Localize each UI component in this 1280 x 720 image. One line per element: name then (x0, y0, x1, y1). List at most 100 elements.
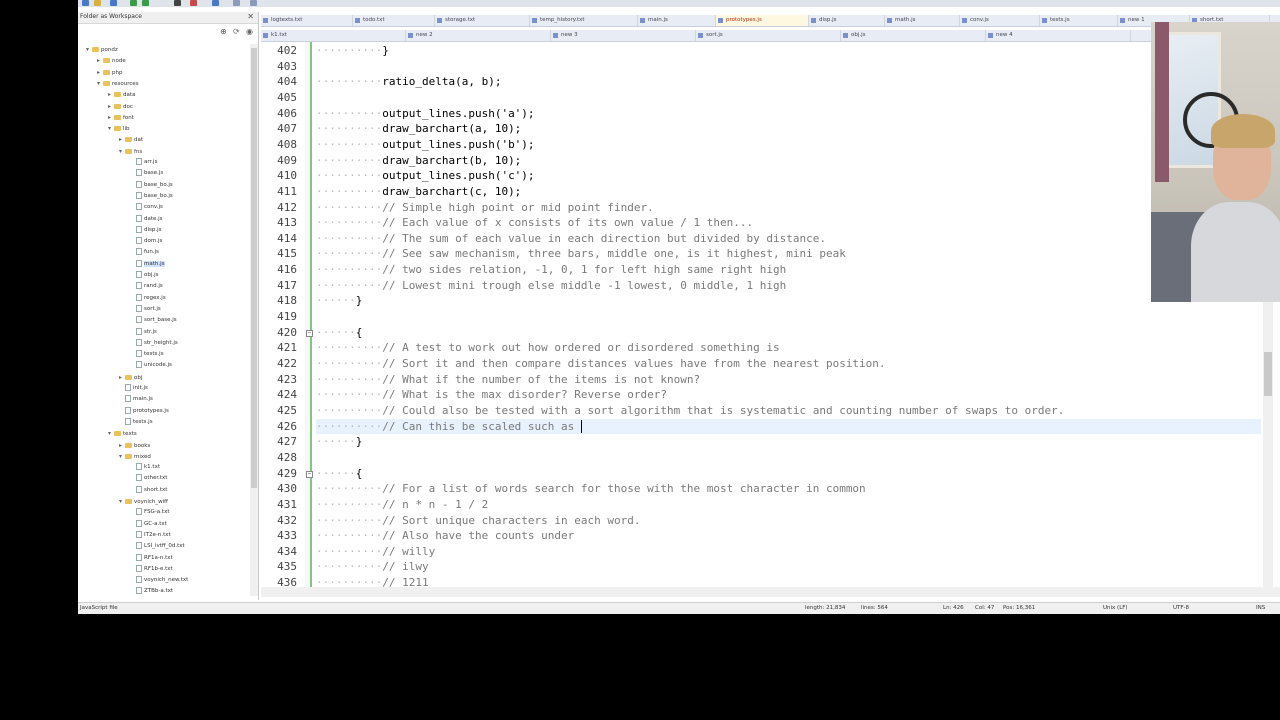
code-line[interactable]: ··········output_lines.push('a'); (316, 106, 535, 122)
redo-icon[interactable] (250, 0, 257, 6)
tree-file[interactable]: tests.js (130, 349, 164, 360)
close-icon[interactable] (142, 0, 149, 6)
tree-file[interactable]: base_bo.js (130, 191, 173, 202)
tree-file[interactable]: str_height.js (130, 338, 178, 349)
tree-folder[interactable]: ▸ php (97, 67, 122, 78)
new-file-icon[interactable] (82, 0, 89, 6)
code-line[interactable]: ··········// A test to work out how orde… (316, 340, 780, 356)
file-tab[interactable]: disp.js (809, 15, 885, 26)
code-line[interactable]: ··········// Sort it and then compare di… (316, 356, 886, 372)
code-line[interactable]: ··········// ilwy (316, 559, 429, 575)
code-line[interactable]: ··········// See saw mechanism, three ba… (316, 246, 846, 262)
code-line[interactable]: ··········// n * n - 1 / 2 (316, 497, 488, 513)
code-line[interactable]: ··········// willy (316, 544, 435, 560)
tree-file[interactable]: k1.txt (130, 462, 160, 473)
refresh-icon[interactable]: ⟳ (233, 28, 240, 36)
tree-file[interactable]: conv.js (130, 202, 163, 213)
tree-folder[interactable]: ▸ doc (108, 101, 133, 112)
tree-folder[interactable]: ▾ resources (97, 78, 139, 89)
file-tab[interactable]: storage.txt (435, 15, 530, 26)
save-icon[interactable] (110, 0, 117, 6)
current-code-line[interactable]: ··········// Can this be scaled such as (316, 418, 1261, 435)
code-line[interactable]: ··········draw_barchart(b, 10); (316, 153, 521, 169)
code-line[interactable]: ······{ (316, 325, 362, 341)
file-tab[interactable]: new 3 (551, 30, 696, 41)
tree-file[interactable]: tests.js (119, 417, 153, 428)
tree-file[interactable]: main.js (119, 394, 153, 405)
tree-folder[interactable]: ▾ pondz (86, 44, 118, 55)
fold-toggle-icon[interactable]: − (306, 470, 313, 478)
tree-file[interactable]: fun.js (130, 247, 159, 258)
tree-file[interactable]: base_bo.js (130, 180, 173, 191)
file-tab[interactable]: math.js (885, 15, 960, 26)
tree-folder[interactable]: ▾ mixed (119, 451, 151, 462)
code-line[interactable]: ··········// The sum of each value in ea… (316, 231, 826, 247)
tree-file[interactable]: IT2e-n.txt (130, 530, 171, 541)
tree-file[interactable]: other.txt (130, 473, 167, 484)
save-all-icon[interactable] (130, 0, 137, 6)
file-tab[interactable]: k1.txt (261, 30, 406, 41)
tree-file[interactable]: RF1a-n.txt (130, 553, 173, 564)
tree-file[interactable]: GC-a.txt (130, 519, 167, 530)
tree-file[interactable]: arr.js (130, 157, 157, 168)
file-tab[interactable]: sort.js (696, 30, 841, 41)
code-line[interactable]: ··········// Simple high point or mid po… (316, 200, 654, 216)
tree-folder[interactable]: ▾ lib (108, 123, 130, 134)
code-line[interactable]: ··········// Sort unique characters in e… (316, 513, 641, 529)
tree-file[interactable]: math.js (130, 259, 165, 270)
tree-file[interactable]: FSG-a.txt (130, 507, 170, 518)
tree-file[interactable]: LSI_ivtff_0d.txt (130, 541, 185, 552)
tree-file[interactable]: unicode.js (130, 360, 172, 371)
tree-scrollbar[interactable] (250, 44, 258, 596)
tree-folder[interactable]: ▾ voynich_wiff (119, 496, 168, 507)
tree-file[interactable]: date.js (130, 214, 163, 225)
file-tab[interactable]: new 2 (406, 30, 551, 41)
tree-folder[interactable]: ▸ font (108, 112, 134, 123)
file-tab[interactable]: temp_history.txt (530, 15, 638, 26)
locate-icon[interactable]: ◉ (246, 28, 253, 36)
undo-icon[interactable] (233, 0, 240, 6)
file-tab[interactable]: conv.js (960, 15, 1040, 26)
code-line[interactable]: ··········draw_barchart(a, 10); (316, 121, 521, 137)
tree-folder[interactable]: ▸ books (119, 440, 150, 451)
editor-scroll-thumb[interactable] (1264, 352, 1272, 396)
tree-file[interactable]: base.js (130, 168, 163, 179)
tree-folder[interactable]: ▸ dat (119, 134, 143, 145)
fold-toggle-icon[interactable]: − (306, 329, 313, 337)
tree-folder[interactable]: ▾ texts (108, 428, 137, 439)
open-file-icon[interactable] (94, 0, 101, 6)
tree-file[interactable]: disp.js (130, 225, 162, 236)
tree-file[interactable]: str.js (130, 327, 157, 338)
collapse-all-icon[interactable]: ⊕ (220, 28, 227, 36)
tree-scroll-thumb[interactable] (251, 48, 257, 488)
code-line[interactable]: ··········output_lines.push('b'); (316, 137, 535, 153)
code-line[interactable]: ··········// Also have the counts under (316, 528, 574, 544)
tree-file[interactable]: ZTBb-a.txt (130, 586, 173, 597)
code-line[interactable]: ··········output_lines.push('c'); (316, 168, 535, 184)
tree-file[interactable]: short.txt (130, 485, 167, 496)
copy-icon[interactable] (212, 0, 219, 6)
tree-file[interactable]: sort_base.js (130, 315, 177, 326)
file-tab[interactable]: todo.txt (353, 15, 435, 26)
file-tab[interactable]: logtexts.txt (261, 15, 353, 26)
tree-file[interactable]: dom.js (130, 236, 162, 247)
tree-file[interactable]: prototypes.js (119, 406, 169, 417)
code-line[interactable]: ··········// For a list of words search … (316, 481, 866, 497)
code-line[interactable]: ··········draw_barchart(c, 10); (316, 184, 521, 200)
print-icon[interactable] (174, 0, 181, 6)
code-line[interactable]: ······} (316, 293, 362, 309)
tree-file[interactable]: obj.js (130, 270, 159, 281)
code-line[interactable]: ··········// Could also be tested with a… (316, 403, 1064, 419)
code-editor[interactable]: 402 403 404 405 406 407 408 409 410 411 412 413 414 4… (261, 42, 1280, 592)
tree-file[interactable]: sort.js (130, 304, 161, 315)
tree-file[interactable]: RF1b-e.txt (130, 564, 173, 575)
code-line[interactable]: ··········// What is the max disorder? R… (316, 387, 667, 403)
file-tab[interactable]: obj.js (841, 30, 986, 41)
file-tab[interactable]: prototypes.js (716, 15, 809, 26)
file-tab[interactable]: tests.js (1040, 15, 1118, 26)
file-tab[interactable]: new 4 (986, 30, 1131, 41)
code-line[interactable]: ··········// Lowest mini trough else mid… (316, 278, 786, 294)
code-line[interactable]: ······{ (316, 466, 362, 482)
tree-file[interactable]: regex.js (130, 293, 166, 304)
tree-folder[interactable]: ▸ data (108, 89, 135, 100)
